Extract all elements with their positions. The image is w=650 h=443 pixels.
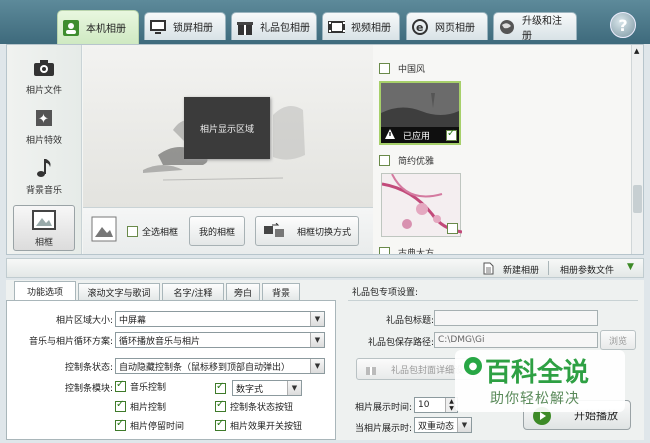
tab-web-album[interactable]: e 网页相册 <box>406 12 488 40</box>
frame-checkbox[interactable] <box>447 223 458 234</box>
music-note-icon <box>32 157 56 179</box>
ctrlbar-module-label: 控制条模块: <box>64 384 113 394</box>
frame-controls: 全选相框 我的相框 相框切换方式 <box>83 207 373 254</box>
loop-select[interactable]: 循环播放音乐与相片 ▼ <box>115 332 325 348</box>
globe-icon <box>498 18 516 36</box>
gift-title-input[interactable] <box>434 310 598 326</box>
frame-list-scrollbar[interactable]: ▲ <box>631 45 643 254</box>
save-path-label: 礼品包保存路径: <box>367 338 434 348</box>
display-time-spinner[interactable]: 10 ▲ ▼ <box>414 397 458 413</box>
frame-thumb-icon <box>91 216 117 245</box>
chevron-down-icon: ▼ <box>457 418 471 432</box>
tab-function-options[interactable]: 功能选项 <box>14 281 76 301</box>
tab-background[interactable]: 背景 <box>262 283 300 300</box>
chevron-down-icon: ▼ <box>310 359 324 373</box>
photo-display-placeholder: 相片显示区域 <box>184 97 270 159</box>
music-control-option[interactable]: 音乐控制 <box>115 379 166 393</box>
select-all-frames[interactable]: 全选相框 <box>127 225 178 238</box>
swap-arrows-icon <box>264 222 284 242</box>
document-icon <box>483 262 494 278</box>
chevron-down-icon[interactable]: ▼ <box>627 262 634 272</box>
film-icon <box>327 18 345 36</box>
svg-text:✦: ✦ <box>38 112 49 127</box>
ctrlbar-state-label: 控制条状态: <box>64 363 113 373</box>
save-path-input[interactable]: C:\DMG\Gi <box>434 332 598 348</box>
camera-icon <box>32 57 56 79</box>
my-frames-button[interactable]: 我的相框 <box>189 216 245 246</box>
warning-icon <box>385 128 395 142</box>
new-album-button[interactable]: 新建相册 <box>503 263 539 276</box>
tab-local-album[interactable]: 本机相册 <box>57 10 139 44</box>
category-checkbox[interactable] <box>379 246 390 254</box>
chevron-down-icon: ▼ <box>287 381 301 395</box>
frame-category-row[interactable]: 古典大方 <box>373 243 631 254</box>
gift-title-label: 礼品包标题: <box>385 316 434 326</box>
frame-thumbnail-selected[interactable]: 已应用 <box>379 81 461 145</box>
frame-category-row[interactable]: 中国风 <box>373 59 631 77</box>
frame-list: 中国风 已应用 简约优雅 <box>373 45 631 254</box>
chevron-down-icon: ▼ <box>310 312 324 326</box>
chevron-down-icon: ▼ <box>310 333 324 347</box>
tab-name-notes[interactable]: 名字/注释 <box>162 283 224 300</box>
effect-toggle-option[interactable]: 相片效果开关按钮 <box>215 418 302 432</box>
gift-settings-title: 礼品包专项设置: <box>348 283 638 301</box>
main-area: 相片文件 ✦ 相片特效 背景音乐 相框 相片显示区域 全选相框 我的相框 相框切… <box>6 44 644 255</box>
display-time-label: 相片展示时间: <box>354 403 412 413</box>
watermark-logo-icon: ● <box>464 357 482 375</box>
tab-narration[interactable]: 旁白 <box>226 283 260 300</box>
digital-style-select[interactable]: 数字式 ▼ <box>232 380 302 396</box>
area-size-select[interactable]: 中屏幕 ▼ <box>115 311 325 327</box>
nav-photo-effects[interactable]: ✦ 相片特效 <box>13 101 75 151</box>
tab-video-album[interactable]: 视频相册 <box>322 12 400 40</box>
browse-button[interactable]: 浏览 <box>600 330 636 350</box>
gift-icon <box>236 18 254 36</box>
photo-album-icon <box>62 19 80 37</box>
scroll-thumb[interactable] <box>633 185 642 213</box>
tab-lockscreen-album[interactable]: 锁屏相册 <box>144 12 226 40</box>
applied-checkbox[interactable] <box>446 128 457 141</box>
function-options-panel: 相片区域大小: 中屏幕 ▼ 音乐与相片循环方案: 循环播放音乐与相片 ▼ 控制条… <box>6 300 336 440</box>
left-nav: 相片文件 ✦ 相片特效 背景音乐 相框 <box>7 45 82 254</box>
ie-browser-icon: e <box>411 18 429 36</box>
display-mode-label: 当相片展示时: <box>354 424 412 434</box>
select-all-checkbox[interactable] <box>127 226 138 237</box>
tab-gift-album[interactable]: 礼品包相册 <box>231 12 317 40</box>
frame-category-row[interactable]: 简约优雅 <box>373 151 631 169</box>
frame-switch-button[interactable]: 相框切换方式 <box>255 216 359 246</box>
digital-style-option[interactable]: 数字式 ▼ <box>215 380 302 396</box>
nav-photo-frame[interactable]: 相框 <box>13 205 75 251</box>
ctrlbar-state-select[interactable]: 自动隐藏控制条（鼠标移到顶部自动弹出） ▼ <box>115 358 325 374</box>
loop-label: 音乐与相片循环方案: <box>28 337 113 347</box>
ctrlbar-toggle-option[interactable]: 控制条状态按钮 <box>215 399 293 413</box>
ctrlbar-toggle-checkbox[interactable] <box>215 399 226 412</box>
tab-upgrade-register[interactable]: 升级和注册 <box>493 12 577 42</box>
frame-thumbnail[interactable] <box>381 173 462 237</box>
digital-style-checkbox[interactable] <box>215 381 226 394</box>
photo-control-option[interactable]: 相片控制 <box>115 399 166 413</box>
photo-pause-option[interactable]: 相片停留时间 <box>115 418 184 432</box>
nav-photo-files[interactable]: 相片文件 <box>13 51 75 101</box>
tab-scroll-text-lyrics[interactable]: 滚动文字与歌词 <box>78 283 160 300</box>
album-toolbar: 新建相册 相册参数文件 ▼ <box>6 258 644 278</box>
album-params-button[interactable]: 相册参数文件 <box>560 263 614 276</box>
frame-icon <box>32 209 56 231</box>
photo-preview-area: 相片显示区域 <box>83 45 373 207</box>
svg-text:e: e <box>416 21 423 34</box>
photo-control-checkbox[interactable] <box>115 399 126 412</box>
help-button[interactable]: ? <box>610 12 636 38</box>
category-checkbox[interactable] <box>379 62 390 74</box>
sparkle-puzzle-icon: ✦ <box>32 107 56 129</box>
nav-background-music[interactable]: 背景音乐 <box>13 151 75 201</box>
scroll-up-icon[interactable]: ▲ <box>634 47 639 55</box>
area-size-label: 相片区域大小: <box>55 316 113 326</box>
watermark: ● 百科全说 助你轻松解决 <box>455 350 625 412</box>
monitor-icon <box>149 18 167 36</box>
category-checkbox[interactable] <box>379 154 390 166</box>
effect-toggle-checkbox[interactable] <box>215 418 226 431</box>
photo-pause-checkbox[interactable] <box>115 418 126 431</box>
gift-icon <box>365 363 377 378</box>
display-mode-select[interactable]: 双重动态 ▼ <box>414 417 472 433</box>
music-control-checkbox[interactable] <box>115 379 126 392</box>
